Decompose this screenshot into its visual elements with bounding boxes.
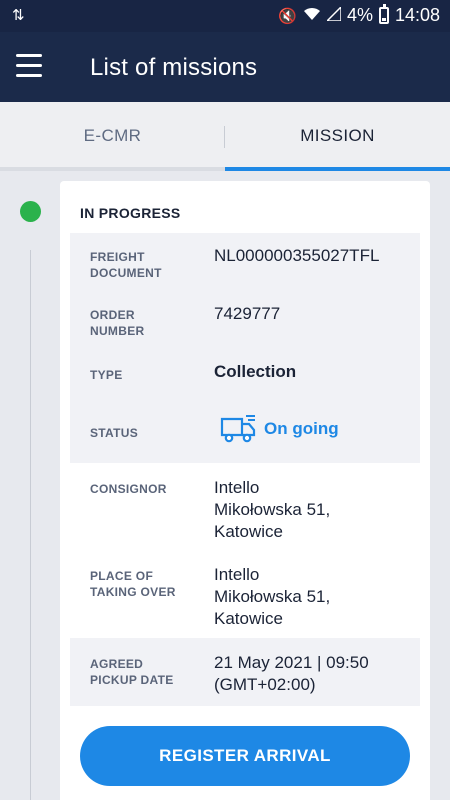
status-text: On going [264, 419, 339, 438]
page-title: List of missions [90, 54, 258, 81]
tab-bar: E-CMR MISSION [0, 102, 450, 171]
type-label: TYPE [90, 368, 123, 382]
tab-ecmr[interactable]: E-CMR [0, 102, 225, 171]
timeline-line [30, 250, 31, 800]
sync-icon: ⇅ [12, 7, 25, 24]
clock: 14:08 [394, 5, 440, 25]
type-value: Collection [214, 362, 297, 381]
consignor-city: Katowice [214, 522, 283, 541]
pickup-date-block: AGREED PICKUP DATE 21 May 2021 | 09:50 (… [70, 638, 420, 706]
status-label: STATUS [90, 426, 139, 440]
mission-details-block: FREIGHT DOCUMENT NL000000355027TFL ORDER… [70, 233, 420, 463]
freight-document-value: NL000000355027TFL [214, 246, 380, 265]
truck-icon [220, 415, 256, 443]
wifi-icon [303, 7, 321, 25]
pickup-date-time: 21 May 2021 | 09:50 [214, 653, 369, 672]
place-city: Katowice [214, 609, 283, 628]
consignor-label: CONSIGNOR [90, 482, 167, 496]
place-name: Intello [214, 565, 260, 584]
signal-icon [325, 4, 342, 25]
battery-percent: 4% [346, 5, 373, 25]
menu-icon[interactable] [16, 54, 42, 78]
consignor-value: Intello Mikołowska 51, Katowice [214, 477, 330, 543]
pickup-timezone: (GMT+02:00) [214, 675, 316, 694]
battery-icon [378, 4, 389, 24]
tab-mission[interactable]: MISSION [225, 102, 450, 171]
status-bar: ⇅ 🔇 4% 14:08 [0, 0, 450, 32]
tab-inactive-underline [0, 167, 225, 171]
agreed-pickup-date-value: 21 May 2021 | 09:50 (GMT+02:00) [214, 652, 369, 696]
mission-card[interactable]: IN PROGRESS FREIGHT DOCUMENT NL000000355… [60, 181, 430, 800]
status-dot [20, 201, 41, 222]
status-value: On going [220, 415, 339, 443]
order-number-value: 7429777 [214, 304, 281, 323]
place-of-taking-over-value: Intello Mikołowska 51, Katowice [214, 564, 330, 630]
place-of-taking-over-label: PLACE OF TAKING OVER [90, 569, 176, 599]
consignor-street: Mikołowska 51, [214, 500, 331, 519]
consignor-name: Intello [214, 478, 260, 497]
agreed-pickup-date-label: AGREED PICKUP DATE [90, 657, 174, 687]
status-icons: 🔇 4% 14:08 [278, 4, 440, 26]
freight-document-label: FREIGHT DOCUMENT [90, 250, 162, 280]
place-street: Mikołowska 51, [214, 587, 331, 606]
mission-status-heading: IN PROGRESS [80, 205, 181, 221]
tab-active-underline [225, 167, 450, 171]
app-bar: List of missions [0, 32, 450, 102]
register-arrival-button[interactable]: REGISTER ARRIVAL [80, 726, 410, 786]
parties-block: CONSIGNOR Intello Mikołowska 51, Katowic… [70, 463, 420, 638]
mute-icon: 🔇 [278, 7, 297, 25]
order-number-label: ORDER NUMBER [90, 308, 145, 338]
